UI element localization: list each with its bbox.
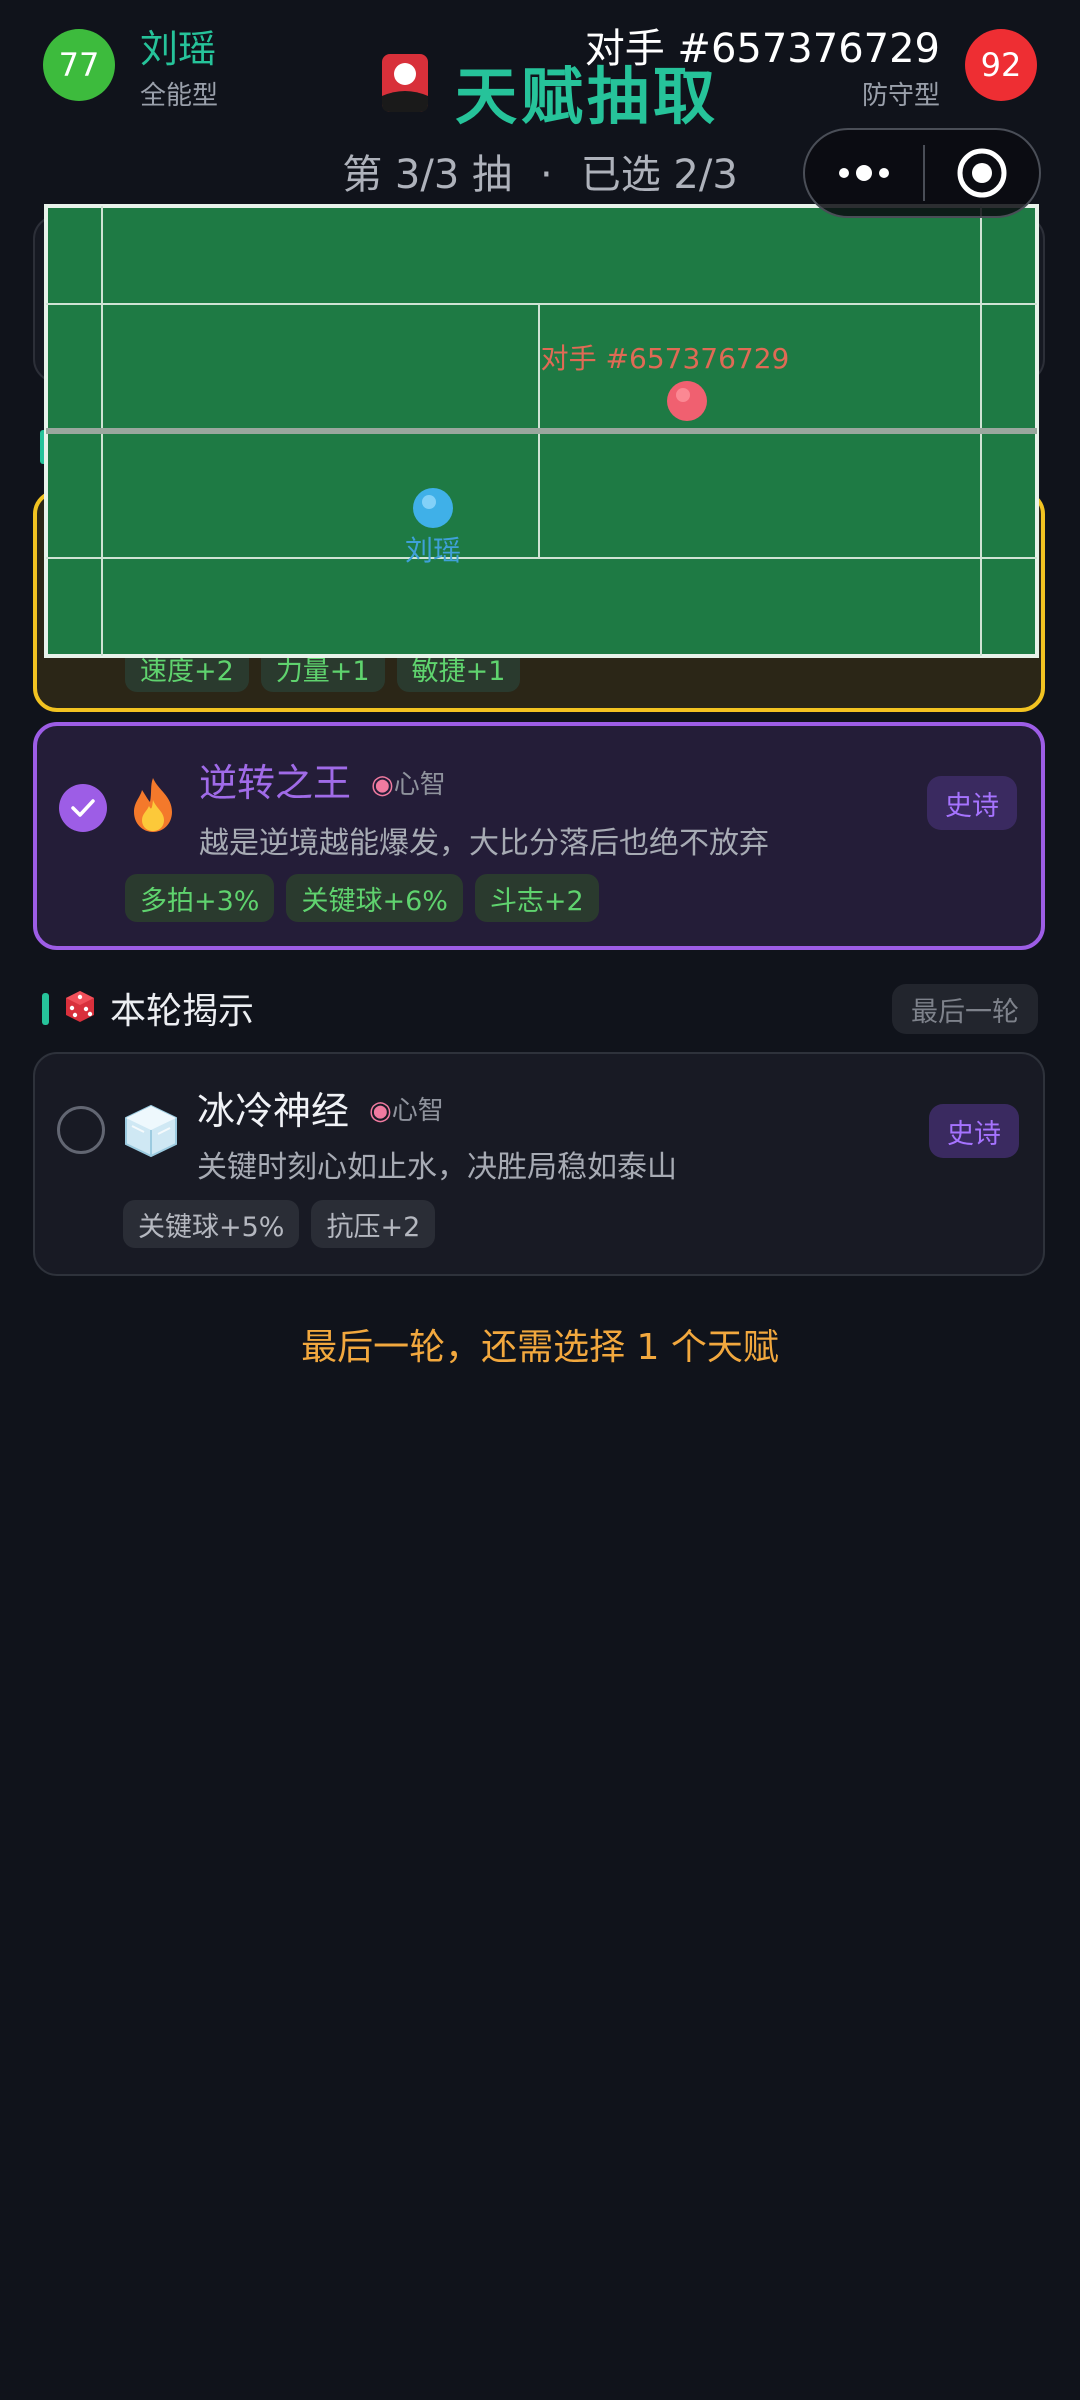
talent-title: 冰冷神经 [197, 1089, 350, 1133]
player-rating-badge: 77 [43, 29, 115, 101]
selected-counter: 已选 2/3 [580, 152, 738, 198]
tennis-court-overlay: 对手 #657376729 刘瑶 [44, 204, 1039, 658]
talent-title: 逆转之王 [199, 761, 352, 805]
section-title: 本轮揭示 [110, 991, 255, 1032]
selection-hint: 最后一轮，还需选择 1 个天赋 [301, 1327, 779, 1368]
red-card-icon [380, 52, 430, 114]
stat-chip: 关键球+6% [286, 874, 463, 922]
talent-card-ice-nerve[interactable]: 冰冷神经 ◉心智 关键时刻心如止水，决胜局稳如泰山 史诗 关键球+5% 抗压+2 [33, 1052, 1045, 1276]
final-round-badge: 最后一轮 [892, 984, 1038, 1034]
stat-chip: 关键球+5% [123, 1200, 300, 1248]
rarity-badge: 史诗 [927, 776, 1017, 830]
more-dots-icon[interactable] [805, 130, 923, 216]
page-title: 天赋抽取 [455, 60, 720, 133]
talent-category: ◉心智 [369, 1096, 444, 1126]
talent-card-comeback-king[interactable]: 逆转之王 ◉心智 越是逆境越能爆发，大比分落后也绝不放弃 史诗 多拍+3% 关键… [33, 722, 1045, 950]
court-opponent-label: 对手 #657376729 [541, 342, 790, 375]
talent-description: 关键时刻心如止水，决胜局稳如泰山 [197, 1150, 677, 1185]
stat-chip: 抗压+2 [311, 1200, 436, 1248]
court-player-label: 刘瑶 [405, 534, 461, 567]
talent-category: ◉心智 [371, 770, 446, 800]
rarity-badge: 史诗 [929, 1104, 1019, 1158]
target-close-icon[interactable] [925, 130, 1039, 216]
player-type: 全能型 [140, 81, 219, 111]
miniprogram-capsule [803, 128, 1041, 218]
player-name: 刘瑶 [140, 27, 217, 71]
talent-description: 越是逆境越能爆发，大比分落后也绝不放弃 [199, 826, 769, 861]
stat-chip: 斗志+2 [474, 874, 599, 922]
opponent-type: 防守型 [861, 81, 940, 111]
check-icon [71, 799, 95, 817]
section-accent-bar [42, 993, 49, 1025]
round-separator: · [540, 152, 553, 198]
checkbox-unchecked[interactable] [57, 1106, 105, 1154]
draw-counter: 第 3/3 抽 [342, 152, 512, 198]
stat-chip: 多拍+3% [125, 874, 275, 922]
fire-icon [122, 774, 184, 836]
brain-icon: ◉ [369, 1096, 392, 1126]
player-marker [413, 488, 453, 528]
brain-icon: ◉ [371, 770, 394, 800]
checkbox-checked[interactable] [59, 784, 107, 832]
dice-icon [62, 988, 98, 1024]
ice-cube-icon [120, 1100, 182, 1162]
opponent-rating-badge: 92 [965, 29, 1037, 101]
opponent-marker [667, 381, 707, 421]
